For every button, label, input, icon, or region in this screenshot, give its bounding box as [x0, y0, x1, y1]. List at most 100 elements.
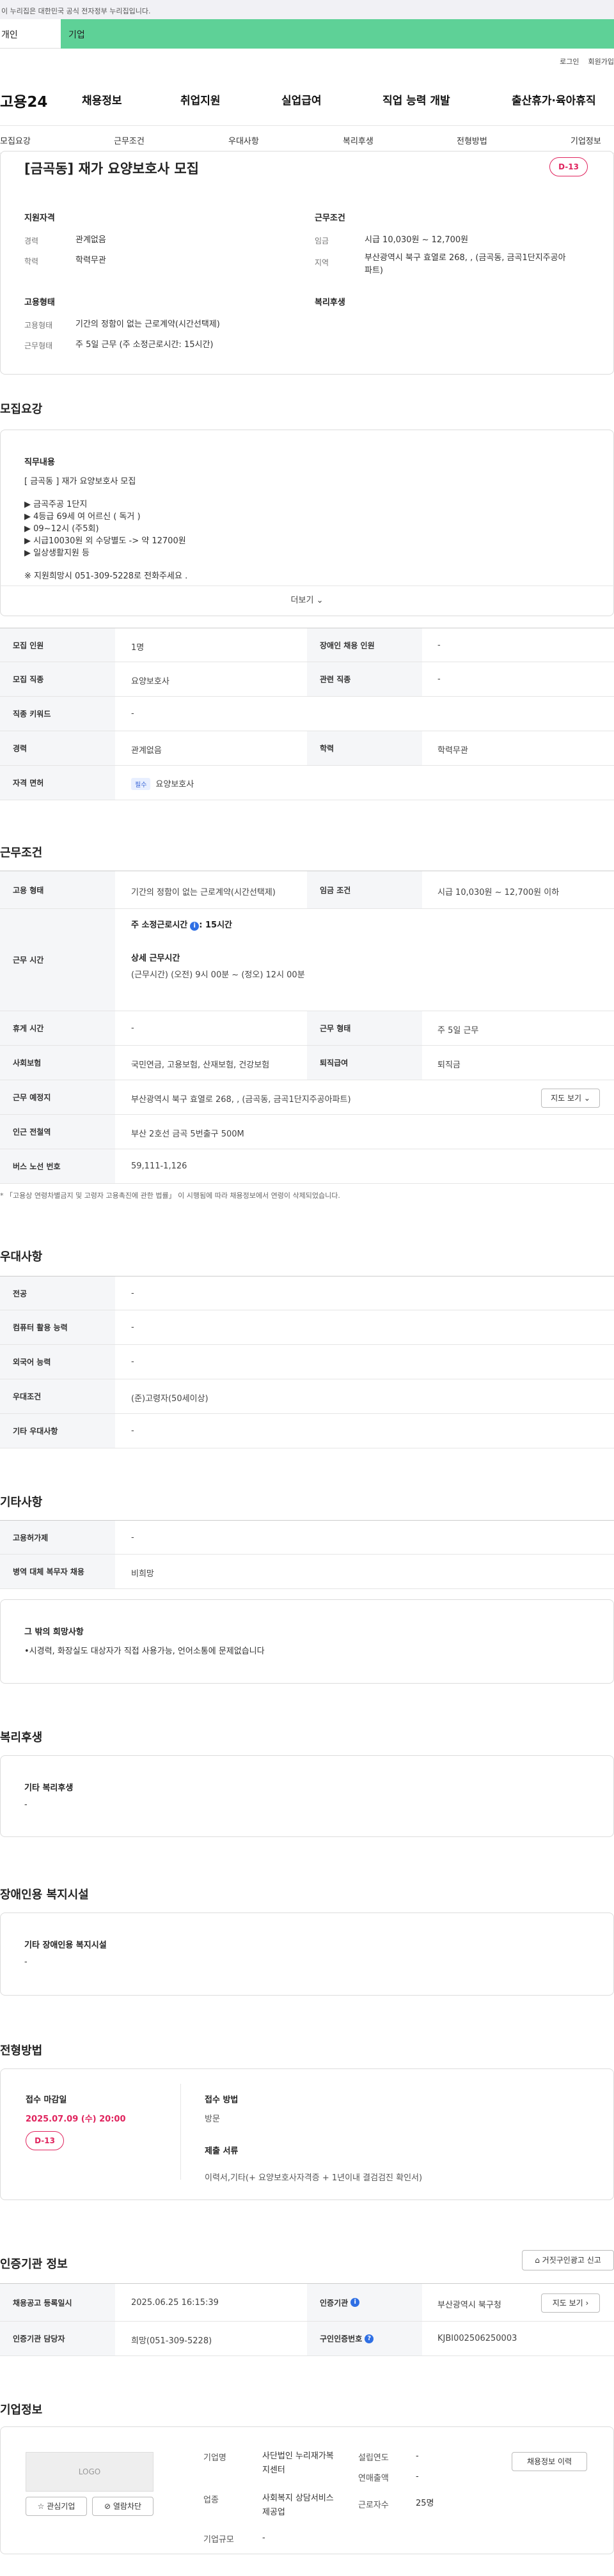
work-type-cond-label: 근무 형태 [307, 1011, 422, 1045]
required-badge: 필수 [131, 778, 151, 790]
agency-manager-label: 인증기관 담당자 [0, 2322, 115, 2355]
tab-business[interactable]: 기업 [61, 19, 614, 49]
table-row: 전공 - [0, 1276, 614, 1310]
duty-line-4: ▶ 4등급 69세 여 어르신 ( 독거 ) [24, 512, 141, 522]
nav-item-skills[interactable]: 직업 능력 개발 [382, 91, 450, 107]
info-icon[interactable]: i [350, 2298, 360, 2307]
table-row: 휴게 시간 - 근무 형태 주 5일 근무 [0, 1011, 614, 1046]
cert-org-label: 인증기관 [320, 2298, 349, 2308]
table-row: 모집 직종 요양보호사 관련 직종 - [0, 662, 614, 697]
table-row: 근무 시간 주 소정근로시간 i: 15시간 상세 근무시간 (근무시간) (오전… [0, 909, 614, 1011]
table-row: 컴퓨터 활용 능력 - [0, 1310, 614, 1345]
table-row: 버스 노선 번호 59,111-1,126 [0, 1149, 614, 1184]
founded-value: - [416, 2451, 419, 2461]
bus-label: 버스 노선 번호 [0, 1149, 115, 1183]
computer-skill-label: 컴퓨터 활용 능력 [0, 1310, 115, 1344]
pref-condition-label: 우대조건 [0, 1379, 115, 1413]
login-link[interactable]: 로그인 [560, 56, 579, 66]
subway-value: 부산 2호선 금곡 5번출구 500M [131, 1129, 244, 1139]
subtab-welfare[interactable]: 복리후생 [343, 134, 374, 146]
work-type-value: 주 5일 근무 (주 소정근로시간: 15시간) [75, 340, 214, 350]
employment-type-value: 기간의 정함이 없는 근로계약(시간선택제) [75, 320, 220, 329]
job-title: [금곡동] 재가 요양보호사 모집 [24, 161, 199, 176]
nav-item-employment-support[interactable]: 취업지원 [180, 91, 221, 107]
disabled-count-value: - [437, 640, 441, 650]
recruit-section-title: 모집요강 [0, 403, 43, 416]
language-label: 외국어 능력 [0, 1345, 115, 1379]
main-nav: 고용24 채용정보 취업지원 실업급여 직업 능력 개발 출산휴가·육아휴직 [0, 89, 614, 111]
industry-label: 업종 [203, 2495, 219, 2505]
site-logo[interactable]: 고용24 [0, 89, 47, 111]
subtab-company[interactable]: 기업정보 [571, 134, 601, 146]
info-icon[interactable]: ? [365, 2334, 374, 2343]
table-row: 근무 예정지 부산광역시 북구 효열로 268, , (금곡동, 금곡1단지주공… [0, 1080, 614, 1115]
severance-label: 퇴직급여 [307, 1046, 422, 1080]
qualification-heading: 지원자격 [24, 213, 55, 223]
block-company-label: 열람차단 [113, 2502, 142, 2511]
conditions-section-title: 근무조건 [0, 846, 43, 860]
job-keyword-label: 직종 키워드 [0, 697, 115, 731]
table-row: 모집 인원 1명 장애인 채용 인원 - [0, 628, 614, 662]
job-category-value: 요양보호사 [131, 677, 169, 687]
cert-number-label: 구인인증번호 [320, 2334, 363, 2343]
star-icon: ☆ [37, 2502, 45, 2511]
company-logo: LOGO [26, 2452, 154, 2492]
gov-banner: 이 누리집은 대한민국 공식 전자정부 누리집입니다. [0, 0, 614, 19]
disability-card-heading: 기타 장애인용 복지시설 [24, 1941, 107, 1950]
table-row: 채용공고 등록일시 2025.06.25 16:15:39 인증기관 i 부산광역… [0, 2283, 614, 2322]
welfare-card-heading: 기타 복리후생 [24, 1783, 74, 1793]
more-button[interactable]: 더보기 ⌄ [0, 586, 614, 615]
work-hours-label: 근무 시간 [0, 909, 115, 1011]
wish-value: •시경력, 화장실도 대상자가 직접 사용가능, 언어소통에 문제없습니다 [24, 1647, 265, 1656]
work-permit-value: - [131, 1533, 134, 1542]
employees-label: 근로자수 [358, 2501, 389, 2510]
subtab-preferences[interactable]: 우대사항 [228, 134, 259, 146]
deadline-value: 2025.07.09 (수) 20:00 [26, 2114, 126, 2124]
sales-value: - [416, 2472, 419, 2481]
block-company-button[interactable]: ⊘ 열람차단 [92, 2497, 154, 2516]
welfare-heading: 복리후생 [315, 298, 345, 307]
welfare-card-value: - [24, 1800, 28, 1810]
signup-link[interactable]: 회원가입 [588, 56, 614, 66]
table-row: 고용 형태 기간의 정함이 없는 근로계약(시간선택제) 임금 조건 시급 10… [0, 871, 614, 909]
license-label: 자격 면허 [0, 766, 115, 800]
report-fake-ad-label: 거짓구인광고 신고 [542, 2256, 601, 2265]
process-section-title: 전형방법 [0, 2044, 43, 2058]
tab-person[interactable]: 개인 [0, 19, 61, 49]
employment-type-label: 고용형태 [24, 321, 53, 330]
agency-map-button[interactable]: 지도 보기 › [541, 2293, 600, 2313]
reg-date-label: 채용공고 등록일시 [0, 2284, 115, 2321]
favorite-company-button[interactable]: ☆ 관심기업 [26, 2497, 87, 2516]
nav-item-unemployment-benefit[interactable]: 실업급여 [281, 91, 322, 107]
nav-item-parental-leave[interactable]: 출산휴가·육아휴직 [512, 91, 596, 107]
deadline-dday-badge: D-13 [26, 2131, 64, 2150]
table-row: 기타 우대사항 - [0, 1414, 614, 1448]
company-name-value: 사단법인 누리재가복지센터 [262, 2451, 334, 2475]
hiring-history-button[interactable]: 채용정보 이력 [512, 2452, 587, 2471]
subtab-conditions[interactable]: 근무조건 [114, 134, 145, 146]
report-fake-ad-button[interactable]: ⌂ 거짓구인광고 신고 [522, 2250, 614, 2270]
weekly-hours-value: : 15시간 [199, 920, 232, 930]
founded-label: 설립연도 [358, 2453, 389, 2463]
education-value: 학력무관 [75, 256, 106, 265]
wage-label: 임금 [315, 237, 329, 245]
rest-value: - [131, 1023, 134, 1033]
process-divider [180, 2084, 181, 2180]
method-heading: 접수 방법 [205, 2095, 239, 2105]
disability-card-value: - [24, 1957, 28, 1967]
info-icon[interactable]: i [190, 922, 200, 931]
language-value: - [131, 1357, 134, 1367]
subtab-recruit[interactable]: 모집요강 [0, 134, 31, 146]
deadline-heading: 접수 마감일 [26, 2095, 67, 2105]
company-size-label: 기업규모 [203, 2535, 234, 2545]
duty-heading: 직무내용 [24, 458, 55, 467]
map-view-button[interactable]: 지도 보기 ⌄ [541, 1089, 600, 1108]
computer-skill-value: - [131, 1323, 134, 1332]
subtab-process[interactable]: 전형방법 [457, 134, 487, 146]
wish-heading: 그 밖의 희망사항 [24, 1627, 84, 1637]
duty-line-5: ▶ 09~12시 (주5회) [24, 524, 99, 534]
related-category-label: 관련 직종 [307, 662, 422, 696]
nav-item-jobs[interactable]: 채용정보 [82, 91, 122, 107]
duty-line-9: ※ 지원희망시 051-309-5228로 전화주세요 . [24, 571, 188, 581]
dday-badge: D-13 [549, 157, 588, 176]
